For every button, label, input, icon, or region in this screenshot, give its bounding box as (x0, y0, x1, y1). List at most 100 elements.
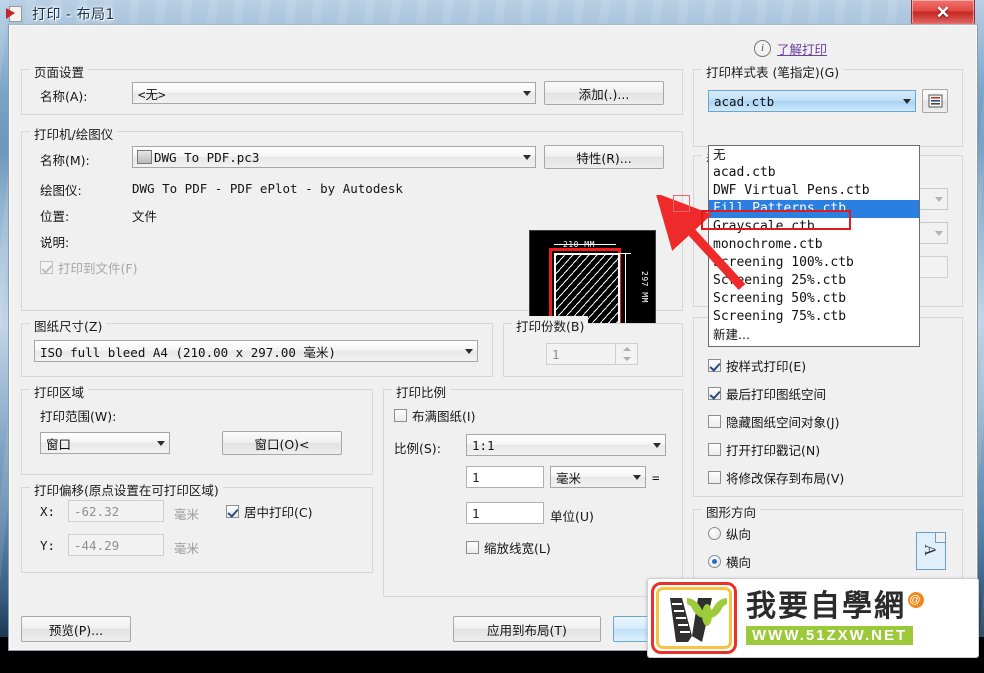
plot-style-group: 打印样式表 (笔指定)(G) acad.ctb (693, 62, 963, 147)
plot-style-editor-button[interactable] (922, 89, 948, 113)
dropdown-item-monochrome[interactable]: monochrome.ctb (709, 236, 919, 254)
dropdown-item[interactable]: Screening 75%.ctb (709, 308, 919, 326)
portrait-radio[interactable]: 纵向 (708, 524, 751, 543)
preview-height-label: 297 MM (640, 271, 649, 303)
plot-style-value: acad.ctb (714, 93, 775, 109)
plot-scale-group: 打印比例 布满图纸(I) 比例(S): 1:1 1 毫米 = 1 单位(U) 缩… (383, 382, 683, 597)
learn-plot-link[interactable]: 了解打印 (777, 39, 827, 58)
printer-name-value: DWG To PDF.pc3 (154, 149, 260, 165)
plotter-label: 绘图仪: (40, 183, 82, 198)
plot-option-label: 最后打印图纸空间 (726, 387, 827, 402)
page-setup-name-value: <无> (138, 86, 166, 102)
plot-option-label: 隐藏图纸空间对象(J) (726, 415, 840, 430)
plot-to-file-checkbox[interactable]: 打印到文件(F) (40, 258, 137, 277)
scale-combo[interactable]: 1:1 (466, 434, 666, 456)
offset-y-input[interactable]: -44.29 (68, 534, 164, 556)
paper-size-legend: 图纸尺寸(Z) (30, 316, 107, 335)
plot-offset-group: 打印偏移(原点设置在可打印区域) X: -62.32 毫米 居中打印(C) Y:… (21, 480, 373, 573)
plot-stamp-on-checkbox[interactable]: 打开打印戳记(N) (708, 440, 820, 459)
plot-to-file-label: 打印到文件(F) (58, 261, 138, 276)
page-setup-group: 页面设置 名称(A): <无> 添加(.)... (21, 62, 683, 115)
fit-to-paper-label: 布满图纸(I) (412, 409, 476, 424)
paper-size-combo[interactable]: ISO full bleed A4 (210.00 x 297.00 毫米) (34, 340, 478, 362)
plot-offset-legend: 打印偏移(原点设置在可打印区域) (30, 480, 223, 499)
dropdown-item-selected[interactable]: Fill Patterns.ctb (709, 200, 919, 218)
plot-paperspace-last-checkbox[interactable]: 最后打印图纸空间 (708, 384, 826, 403)
preview-button[interactable]: 预览(P)... (21, 616, 131, 642)
offset-x-input[interactable]: -62.32 (68, 500, 164, 522)
dropdown-item-new[interactable]: 新建... (709, 326, 919, 344)
hide-paperspace-objects-checkbox[interactable]: 隐藏图纸空间对象(J) (708, 412, 839, 431)
chevron-down-icon (930, 223, 947, 243)
fit-to-paper-checkbox[interactable]: 布满图纸(I) (394, 406, 475, 425)
page-setup-name-combo[interactable]: <无> (132, 82, 536, 104)
scale-numerator-input[interactable]: 1 (466, 466, 544, 488)
radio-dot (708, 555, 721, 568)
dropdown-item[interactable]: Grayscale.ctb (709, 218, 919, 236)
radio-dot (708, 527, 721, 540)
checkbox-box (708, 359, 721, 372)
printer-properties-button[interactable]: 特性(R)... (544, 145, 664, 169)
plot-range-value: 窗口 (46, 436, 72, 452)
scale-units-label: 单位(U) (550, 509, 594, 524)
preview-dim-line-right (625, 253, 626, 333)
dropdown-item[interactable]: Screening 100%.ctb (709, 254, 919, 272)
chevron-down-icon (518, 83, 535, 103)
offset-x-label: X: (40, 504, 56, 519)
plot-option-label: 将修改保存到布局(V) (726, 471, 845, 486)
window-title: 打印 - 布局1 (32, 7, 115, 23)
chevron-down-icon (460, 341, 477, 361)
dropdown-item[interactable]: Screening 25%.ctb (709, 272, 919, 290)
plot-option-label: 打开打印戳记(N) (726, 443, 821, 458)
chevron-down-icon (628, 467, 645, 487)
landscape-radio[interactable]: 横向 (708, 552, 751, 571)
plot-style-editor-icon (928, 94, 942, 108)
page-setup-name-label: 名称(A): (40, 89, 88, 104)
checkbox-box (708, 415, 721, 428)
portrait-label: 纵向 (726, 527, 752, 542)
apply-to-layout-button[interactable]: 应用到布局(T) (453, 616, 601, 642)
plot-area-group: 打印区域 打印范围(W): 窗口 窗口(O)< (21, 382, 373, 475)
watermark-url: WWW.51ZXW.NET (746, 625, 914, 645)
watermark-text-block: 我要自學網 @ WWW.51ZXW.NET (740, 579, 978, 657)
printer-name-combo[interactable]: DWG To PDF.pc3 (132, 146, 536, 168)
site-watermark: 我要自學網 @ WWW.51ZXW.NET (647, 578, 979, 658)
plot-style-dropdown-list[interactable]: 无 acad.ctb DWF Virtual Pens.ctb Fill Pat… (708, 145, 920, 347)
dropdown-item[interactable]: acad.ctb (709, 164, 919, 182)
plot-range-combo[interactable]: 窗口 (40, 432, 170, 454)
info-icon: i (753, 40, 771, 57)
autocad-icon (6, 5, 24, 23)
orientation-letter: A (920, 544, 938, 556)
add-page-setup-button[interactable]: 添加(.)... (544, 81, 664, 105)
plot-style-legend: 打印样式表 (笔指定)(G) (702, 62, 844, 81)
save-changes-to-layout-checkbox[interactable]: 将修改保存到布局(V) (708, 468, 844, 487)
plot-range-label: 打印范围(W): (40, 409, 117, 424)
paper-size-group: 图纸尺寸(Z) ISO full bleed A4 (210.00 x 297.… (21, 316, 493, 377)
scale-value: 1:1 (472, 437, 495, 453)
copies-stepper[interactable] (616, 343, 638, 365)
checkbox-box (40, 261, 53, 274)
plot-with-styles-checkbox[interactable]: 按样式打印(E) (708, 356, 806, 375)
equals-sign: = (652, 470, 660, 485)
close-icon: ✕ (935, 2, 951, 22)
copies-input[interactable]: 1 (546, 343, 616, 365)
dropdown-item[interactable]: 无 (709, 146, 919, 164)
center-plot-checkbox[interactable]: 居中打印(C) (226, 502, 312, 521)
scale-lineweights-label: 缩放线宽(L) (484, 541, 551, 556)
chevron-down-icon (518, 147, 535, 167)
copies-legend: 打印份数(B) (512, 316, 589, 335)
scale-lineweights-checkbox[interactable]: 缩放线宽(L) (466, 538, 551, 557)
close-button[interactable]: ✕ (911, 0, 975, 26)
scale-denominator-input[interactable]: 1 (466, 502, 544, 524)
orientation-legend: 图形方向 (702, 502, 761, 521)
dropdown-item[interactable]: Screening 50%.ctb (709, 290, 919, 308)
stepper-up-icon[interactable] (616, 344, 637, 354)
plot-style-combo[interactable]: acad.ctb (708, 90, 916, 112)
chevron-down-icon (648, 435, 665, 455)
stepper-down-icon[interactable] (616, 354, 637, 364)
chevron-down-icon (930, 189, 947, 209)
window-pick-button[interactable]: 窗口(O)< (222, 431, 342, 455)
dropdown-item[interactable]: DWF Virtual Pens.ctb (709, 182, 919, 200)
checkbox-box (394, 409, 407, 422)
scale-unit-combo[interactable]: 毫米 (550, 466, 646, 488)
